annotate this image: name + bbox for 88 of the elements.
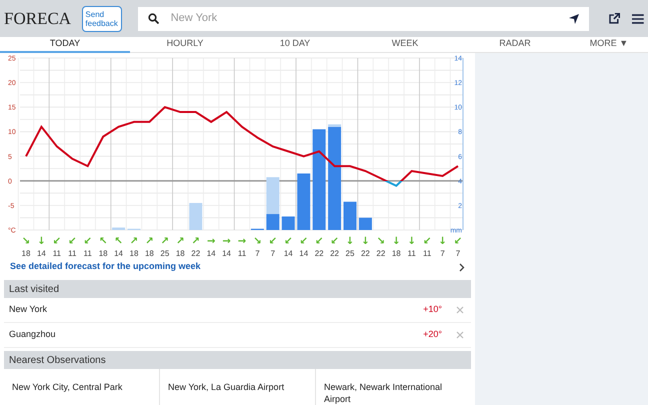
wind-speed: 7 <box>255 249 260 258</box>
wind-arrow: ↙ <box>330 236 339 247</box>
wind-arrow: ↙ <box>300 236 308 247</box>
wind-speed: 14 <box>299 249 308 258</box>
feedback-button[interactable]: Send feedback <box>82 6 122 32</box>
search-input[interactable]: New York <box>170 10 570 27</box>
precipitation-bar <box>344 202 356 230</box>
wind-arrow: ↗ <box>145 236 154 247</box>
wind-speed: 22 <box>314 249 324 258</box>
precipitation-bar <box>297 173 310 230</box>
wind-arrow: ↗ <box>160 236 170 247</box>
wind-speed: 14 <box>206 249 216 258</box>
wind-arrow: ↓ <box>361 236 370 247</box>
precipitation-bar <box>189 202 202 230</box>
wind-speed: 18 <box>144 249 154 258</box>
wind-speed: 11 <box>238 249 246 258</box>
wind-arrow: ↓ <box>346 236 354 247</box>
wind-arrow: ↙ <box>422 236 432 247</box>
wind-speed: 7 <box>456 249 460 258</box>
wind-speed: 18 <box>392 249 401 258</box>
tab[interactable]: MORE ▼ <box>570 37 648 53</box>
tab[interactable]: 10 DAY <box>240 37 350 53</box>
precipitation-bar <box>282 216 295 230</box>
observation-station[interactable]: New York, La Guardia Airport <box>159 369 315 405</box>
wind-speed: 22 <box>191 249 200 258</box>
wind-speed: 22 <box>376 249 386 258</box>
observation-station[interactable]: New York City, Central Park <box>4 369 159 405</box>
tab[interactable]: WEEK <box>350 37 460 53</box>
wind-speed: 7 <box>270 249 276 258</box>
wind-speed: 11 <box>68 249 76 258</box>
wind-speed: 14 <box>284 249 293 258</box>
wind-arrow: ↖ <box>98 236 108 247</box>
wind-arrow: ↓ <box>408 236 416 247</box>
wind-speed: 18 <box>130 249 138 258</box>
location-name[interactable]: New York <box>9 303 424 317</box>
wind-speed: 22 <box>360 249 370 258</box>
search-field[interactable]: New York <box>138 6 590 30</box>
wind-speed: 25 <box>160 249 170 258</box>
wind-arrow: ↗ <box>192 236 200 247</box>
wind-arrow: ↙ <box>284 236 292 247</box>
search-icon <box>148 13 159 24</box>
precipitation-bar <box>358 218 372 230</box>
wind-arrow: ↘ <box>22 236 30 247</box>
forecast-link[interactable]: See detailed forecast for the upcoming week <box>10 260 201 274</box>
wind-speed: 14 <box>36 249 46 258</box>
section-title: Last visited <box>9 282 60 296</box>
wind-arrow: → <box>222 236 231 247</box>
chevron-right-icon[interactable] <box>459 262 465 272</box>
wind-arrow: ↙ <box>84 236 92 247</box>
temperature: +20° <box>423 328 442 342</box>
wind-speed: 7 <box>440 249 445 258</box>
section-title: Nearest Observations <box>9 354 106 368</box>
wind-arrow: ↗ <box>176 236 184 247</box>
wind-arrow: ↖ <box>114 236 123 247</box>
location-arrow-icon[interactable] <box>569 14 580 24</box>
wind-arrow: ↙ <box>68 236 76 247</box>
wind-arrow: ↗ <box>130 236 138 247</box>
wind-speed: 22 <box>330 249 340 258</box>
wind-speed: 11 <box>422 249 432 258</box>
wind-arrow: → <box>206 236 216 247</box>
logo[interactable]: FORECA <box>4 8 78 28</box>
wind-arrow: ↘ <box>376 236 386 247</box>
wind-speed: 18 <box>176 249 185 258</box>
observation-station[interactable]: Newark, Newark International Airport <box>315 369 471 405</box>
wind-arrow: ↘ <box>253 236 262 247</box>
wind-arrow: ↓ <box>37 236 46 247</box>
wind-speed: 11 <box>52 249 62 258</box>
wind-arrow: ↙ <box>454 236 462 247</box>
wind-arrow: ↓ <box>392 236 400 247</box>
wind-speed: 25 <box>346 249 354 258</box>
wind-arrow: ↙ <box>268 236 278 247</box>
location-name[interactable]: Guangzhou <box>9 328 424 342</box>
wind-speed: 18 <box>98 249 108 258</box>
tab[interactable]: RADAR <box>460 37 570 53</box>
menu-icon[interactable] <box>632 14 644 24</box>
tab[interactable]: HOURLY <box>130 37 240 53</box>
wind-speed: 11 <box>84 249 92 258</box>
temperature: +10° <box>423 303 442 316</box>
wind-arrow: ↓ <box>438 236 447 247</box>
wind-arrow: ↙ <box>52 236 62 247</box>
wind-speed: 14 <box>114 249 124 258</box>
wind-speed: 11 <box>408 249 416 258</box>
wind-speed: 14 <box>222 249 232 258</box>
wind-speed: 18 <box>22 249 30 258</box>
precipitation-bar <box>112 228 126 230</box>
wind-arrow: ↙ <box>314 236 324 247</box>
wind-arrow: → <box>238 236 246 247</box>
external-link-icon[interactable] <box>609 13 620 24</box>
